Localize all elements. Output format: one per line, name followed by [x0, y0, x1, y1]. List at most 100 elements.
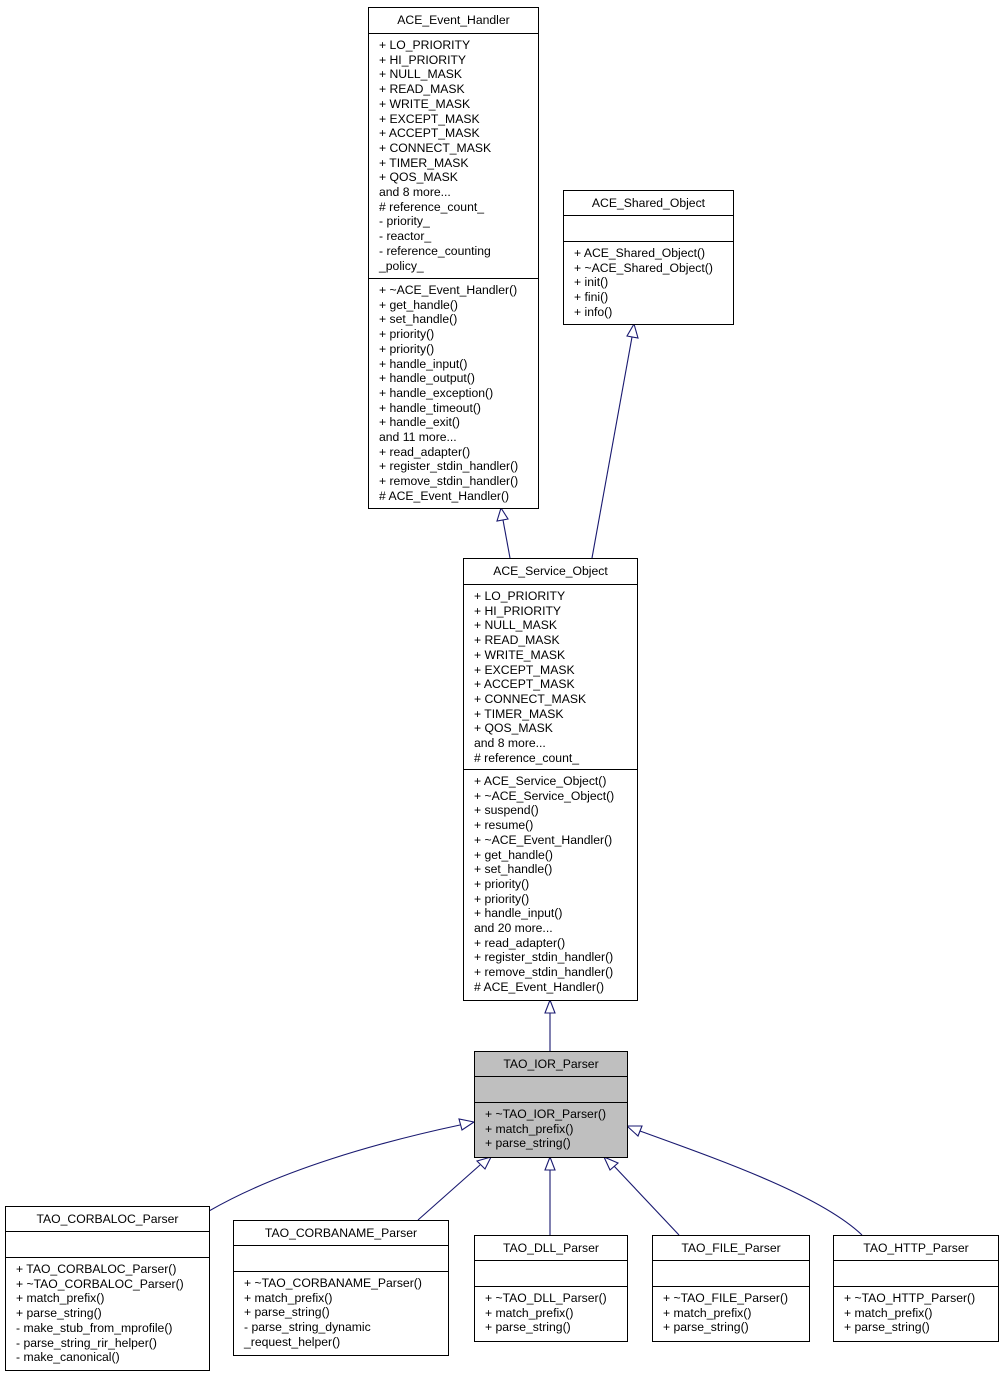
method-item[interactable]: + handle_output(): [379, 371, 538, 386]
method-item[interactable]: + set_handle(): [379, 312, 538, 327]
attribute-item[interactable]: + HI_PRIORITY: [379, 53, 538, 68]
method-item[interactable]: - make_stub_from_mprofile(): [16, 1321, 209, 1336]
method-item[interactable]: + match_prefix(): [16, 1291, 209, 1306]
method-item[interactable]: + set_handle(): [474, 862, 637, 877]
method-item[interactable]: + get_handle(): [379, 298, 538, 313]
method-item[interactable]: + parse_string(): [485, 1136, 627, 1151]
method-item[interactable]: and 20 more...: [474, 921, 637, 936]
method-item[interactable]: and 11 more...: [379, 430, 538, 445]
class-name: TAO_CORBALOC_Parser: [6, 1207, 209, 1232]
class-name: TAO_DLL_Parser: [475, 1236, 627, 1261]
method-item[interactable]: + ACE_Shared_Object(): [574, 246, 733, 261]
method-item[interactable]: + match_prefix(): [485, 1306, 627, 1321]
attribute-item[interactable]: - priority_: [379, 214, 538, 229]
attribute-item[interactable]: + WRITE_MASK: [379, 97, 538, 112]
attribute-item[interactable]: - reactor_: [379, 229, 538, 244]
method-item[interactable]: + get_handle(): [474, 848, 637, 863]
method-item[interactable]: # ACE_Event_Handler(): [379, 489, 538, 504]
method-item[interactable]: + priority(): [474, 877, 637, 892]
attributes-section: [6, 1232, 209, 1258]
edge-corbaloc-to-ior-parser: [208, 1124, 461, 1212]
method-item[interactable]: + info(): [574, 305, 733, 320]
method-item[interactable]: + handle_exception(): [379, 386, 538, 401]
method-item[interactable]: + ~TAO_CORBANAME_Parser(): [244, 1276, 448, 1291]
method-item[interactable]: - parse_string_rir_helper(): [16, 1336, 209, 1351]
class-tao-corbaloc-parser[interactable]: TAO_CORBALOC_Parser + TAO_CORBALOC_Parse…: [5, 1206, 210, 1371]
method-item[interactable]: + priority(): [379, 342, 538, 357]
attribute-item[interactable]: + READ_MASK: [379, 82, 538, 97]
method-item[interactable]: + match_prefix(): [844, 1306, 998, 1321]
class-ace-service-object[interactable]: ACE_Service_Object + LO_PRIORITY + HI_PRI…: [463, 558, 638, 1001]
method-item[interactable]: # ACE_Event_Handler(): [474, 980, 637, 995]
attribute-item[interactable]: + ACCEPT_MASK: [474, 677, 637, 692]
attribute-item[interactable]: - reference_counting: [379, 244, 538, 259]
method-item[interactable]: + ~TAO_DLL_Parser(): [485, 1291, 627, 1306]
method-item[interactable]: + priority(): [474, 892, 637, 907]
attribute-item[interactable]: + NULL_MASK: [379, 67, 538, 82]
method-item[interactable]: + parse_string(): [663, 1320, 809, 1335]
method-item[interactable]: + remove_stdin_handler(): [474, 965, 637, 980]
method-item[interactable]: + match_prefix(): [485, 1122, 627, 1137]
method-item[interactable]: - make_canonical(): [16, 1350, 209, 1365]
method-item[interactable]: + ~TAO_CORBALOC_Parser(): [16, 1277, 209, 1292]
attribute-item[interactable]: + EXCEPT_MASK: [379, 112, 538, 127]
class-tao-file-parser[interactable]: TAO_FILE_Parser + ~TAO_FILE_Parser() + ma…: [652, 1235, 810, 1342]
attribute-item[interactable]: + QOS_MASK: [379, 170, 538, 185]
method-item[interactable]: + ~ACE_Event_Handler(): [474, 833, 637, 848]
attribute-item[interactable]: + CONNECT_MASK: [474, 692, 637, 707]
class-ace-event-handler[interactable]: ACE_Event_Handler + LO_PRIORITY + HI_PRIO…: [368, 7, 539, 509]
attribute-item[interactable]: + LO_PRIORITY: [379, 38, 538, 53]
method-item[interactable]: + fini(): [574, 290, 733, 305]
method-item[interactable]: + register_stdin_handler(): [379, 459, 538, 474]
attribute-item[interactable]: _policy_: [379, 259, 538, 274]
method-item[interactable]: + handle_exit(): [379, 415, 538, 430]
method-item[interactable]: + ~ACE_Event_Handler(): [379, 283, 538, 298]
method-item[interactable]: + init(): [574, 275, 733, 290]
method-item[interactable]: + parse_string(): [844, 1320, 998, 1335]
attribute-item[interactable]: + WRITE_MASK: [474, 648, 637, 663]
class-tao-dll-parser[interactable]: TAO_DLL_Parser + ~TAO_DLL_Parser() + matc…: [474, 1235, 628, 1342]
method-item[interactable]: + resume(): [474, 818, 637, 833]
method-item[interactable]: + suspend(): [474, 803, 637, 818]
attribute-item[interactable]: and 8 more...: [379, 185, 538, 200]
method-item[interactable]: + read_adapter(): [379, 445, 538, 460]
attribute-item[interactable]: + ACCEPT_MASK: [379, 126, 538, 141]
method-item[interactable]: + handle_input(): [474, 906, 637, 921]
method-item[interactable]: + register_stdin_handler(): [474, 950, 637, 965]
class-tao-ior-parser[interactable]: TAO_IOR_Parser + ~TAO_IOR_Parser() + matc…: [474, 1051, 628, 1158]
class-tao-http-parser[interactable]: TAO_HTTP_Parser + ~TAO_HTTP_Parser() + ma…: [833, 1235, 999, 1342]
method-item[interactable]: + match_prefix(): [244, 1291, 448, 1306]
method-item[interactable]: + handle_timeout(): [379, 401, 538, 416]
class-tao-corbaname-parser[interactable]: TAO_CORBANAME_Parser + ~TAO_CORBANAME_Pa…: [233, 1220, 449, 1356]
method-item[interactable]: - parse_string_dynamic: [244, 1320, 448, 1335]
attribute-item[interactable]: + CONNECT_MASK: [379, 141, 538, 156]
attribute-item[interactable]: + READ_MASK: [474, 633, 637, 648]
attribute-item[interactable]: + NULL_MASK: [474, 618, 637, 633]
attribute-item[interactable]: + TIMER_MASK: [379, 156, 538, 171]
method-item[interactable]: + parse_string(): [16, 1306, 209, 1321]
attribute-item[interactable]: + LO_PRIORITY: [474, 589, 637, 604]
method-item[interactable]: + ~TAO_IOR_Parser(): [485, 1107, 627, 1122]
method-item[interactable]: + parse_string(): [485, 1320, 627, 1335]
method-item[interactable]: + ~ACE_Service_Object(): [474, 789, 637, 804]
method-item[interactable]: + parse_string(): [244, 1305, 448, 1320]
method-item[interactable]: + priority(): [379, 327, 538, 342]
method-item[interactable]: + remove_stdin_handler(): [379, 474, 538, 489]
method-item[interactable]: + match_prefix(): [663, 1306, 809, 1321]
attribute-item[interactable]: + HI_PRIORITY: [474, 604, 637, 619]
method-item[interactable]: + ~TAO_HTTP_Parser(): [844, 1291, 998, 1306]
method-item[interactable]: + ACE_Service_Object(): [474, 774, 637, 789]
attribute-item[interactable]: + EXCEPT_MASK: [474, 663, 637, 678]
attribute-item[interactable]: # reference_count_: [474, 751, 637, 766]
method-item[interactable]: + handle_input(): [379, 357, 538, 372]
class-ace-shared-object[interactable]: ACE_Shared_Object + ACE_Shared_Object() +…: [563, 190, 734, 325]
method-item[interactable]: + ~TAO_FILE_Parser(): [663, 1291, 809, 1306]
method-item[interactable]: _request_helper(): [244, 1335, 448, 1350]
method-item[interactable]: + read_adapter(): [474, 936, 637, 951]
method-item[interactable]: + ~ACE_Shared_Object(): [574, 261, 733, 276]
attribute-item[interactable]: + TIMER_MASK: [474, 707, 637, 722]
attribute-item[interactable]: and 8 more...: [474, 736, 637, 751]
method-item[interactable]: + TAO_CORBALOC_Parser(): [16, 1262, 209, 1277]
attribute-item[interactable]: + QOS_MASK: [474, 721, 637, 736]
attribute-item[interactable]: # reference_count_: [379, 200, 538, 215]
